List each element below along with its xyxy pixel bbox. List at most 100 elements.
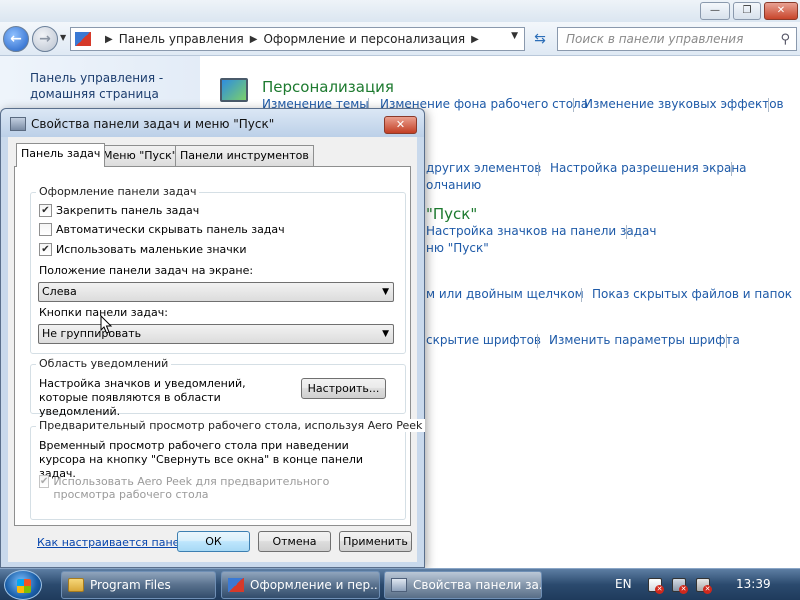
dialog-title: Свойства панели задач и меню "Пуск" [31,117,275,131]
taskbar-item-program-files[interactable]: Program Files [61,571,216,599]
volume-icon[interactable]: ✕ [696,578,712,594]
group-label: Область уведомлений [36,357,172,370]
start-button[interactable] [4,570,42,600]
ok-button[interactable]: ОК [177,531,250,552]
personalization-icon[interactable] [220,78,248,102]
taskbar-appearance-group: Оформление панели задач ✔ Закрепить пане… [30,185,406,354]
start-menu-title[interactable]: "Пуск" [426,205,477,223]
selected-value: Слева [42,285,77,298]
forward-arrow-icon: → [39,31,51,47]
taskbar-properties-icon [10,117,26,131]
taskbar-item-label: Оформление и пер... [250,578,380,592]
network-icon[interactable]: ✕ [672,578,688,594]
tab-toolbars[interactable]: Панели инструментов [175,145,314,166]
action-center-flag-icon[interactable]: ✕ [648,578,664,594]
taskbar-location-label: Положение панели задач на экране: [39,264,254,277]
apply-button[interactable]: Применить [339,531,412,552]
navigation-toolbar: ← → ▼ ▶ Панель управления ▶ Оформление и… [0,22,800,56]
back-arrow-icon: ← [10,31,22,47]
language-indicator[interactable]: EN [615,577,632,591]
control-panel-icon [228,578,244,592]
taskbar-properties-dialog: Свойства панели задач и меню "Пуск" ✕ Па… [0,108,426,568]
small-icons-checkbox[interactable]: ✔ Использовать маленькие значки [39,243,247,256]
font-settings-link[interactable]: Изменить параметры шрифта [549,333,740,347]
back-button[interactable]: ← [3,26,29,52]
breadcrumb-appearance[interactable]: Оформление и персонализация [263,32,465,46]
display-default-link[interactable]: олчанию [426,178,481,192]
breadcrumb-separator-icon[interactable]: ▶ [250,34,258,45]
breadcrumb-control-panel[interactable]: Панель управления [119,32,244,46]
refresh-icon: ⇆ [534,31,546,47]
close-button[interactable]: ✕ [764,2,798,20]
checkmark-icon: ✔ [39,475,50,488]
checkbox-label: Использовать маленькие значки [56,243,247,256]
checkbox-label: Использовать Aero Peek для предварительн… [53,475,330,501]
taskbar-item-properties[interactable]: Свойства панели за... [384,571,542,599]
search-placeholder: Поиск в панели управления [566,32,744,46]
taskbar: Program Files Оформление и пер... Свойст… [0,568,800,600]
close-icon: ✕ [395,118,406,131]
taskbar-item-label: Свойства панели за... [413,578,542,592]
link-separator [768,98,769,112]
search-icon[interactable]: ⚲ [780,29,790,51]
address-bar[interactable]: ▶ Панель управления ▶ Оформление и персо… [70,27,525,51]
dialog-titlebar[interactable]: Свойства панели задач и меню "Пуск" ✕ [1,109,424,137]
dropdown-arrow-icon: ▼ [382,287,389,297]
taskbar-buttons-select[interactable]: Не группировать ▼ [38,324,394,344]
personalization-title[interactable]: Персонализация [262,78,394,96]
link-separator [538,162,539,176]
group-label: Оформление панели задач [36,185,200,198]
taskbar-icons-link[interactable]: Настройка значков на панели задач [426,224,656,238]
home-link[interactable]: Панель управления - домашняя страница [30,70,190,102]
taskbar-item-label: Program Files [90,578,171,592]
windows-logo-icon [17,579,31,593]
breadcrumb-separator-icon[interactable]: ▶ [105,34,113,45]
link-separator [573,98,574,112]
checkmark-icon: ✔ [39,243,52,256]
refresh-button[interactable]: ⇆ [528,27,552,51]
clock[interactable]: 13:39 [736,577,771,591]
display-other-items-link[interactable]: других элементов [426,161,541,175]
breadcrumb-separator-icon[interactable]: ▶ [471,34,479,45]
unchecked-box-icon [39,223,52,236]
taskbar-item-appearance[interactable]: Оформление и пер... [221,571,380,599]
tab-taskbar[interactable]: Панель задач [16,143,106,167]
dialog-close-button[interactable]: ✕ [384,116,417,134]
customize-button[interactable]: Настроить... [301,378,386,399]
window-titlebar[interactable]: — ❐ ✕ [0,0,800,22]
autohide-checkbox[interactable]: Автоматически скрывать панель задач [39,223,285,236]
cancel-button[interactable]: Отмена [258,531,331,552]
show-hidden-files-link[interactable]: Показ скрытых файлов и папок [592,287,792,301]
maximize-button[interactable]: ❐ [733,2,761,20]
click-options-link[interactable]: м или двойным щелчком [426,287,584,301]
checkmark-icon: ✔ [39,204,52,217]
link-separator [731,162,732,176]
link-separator [537,334,538,348]
group-label: Предварительный просмотр рабочего стола,… [36,419,426,432]
link-separator [581,288,582,302]
mute-badge-icon: ✕ [703,585,712,594]
tab-panel: Оформление панели задач ✔ Закрепить пане… [14,166,426,549]
selected-value: Не группировать [42,327,142,340]
maximize-icon: ❐ [742,5,752,16]
change-sounds-link[interactable]: Изменение звуковых эффектов [584,97,784,111]
screen-resolution-link[interactable]: Настройка разрешения экрана [550,161,747,175]
link-separator [726,334,727,348]
hide-fonts-link[interactable]: скрытие шрифтов [426,333,541,347]
link-separator [626,225,627,239]
lock-taskbar-checkbox[interactable]: ✔ Закрепить панель задач [39,204,199,217]
address-dropdown-icon[interactable]: ▼ [511,31,518,41]
taskbar-location-select[interactable]: Слева ▼ [38,282,394,302]
close-icon: ✕ [776,5,786,16]
start-menu-link[interactable]: ню "Пуск" [426,241,489,255]
aero-peek-checkbox[interactable]: ✔ Использовать Aero Peek для предварител… [39,475,379,501]
dropdown-arrow-icon: ▼ [382,329,389,339]
minimize-button[interactable]: — [700,2,730,20]
history-dropdown-icon[interactable]: ▼ [60,33,66,42]
search-input[interactable]: Поиск в панели управления ⚲ [557,27,797,51]
tab-start-menu[interactable]: Меню "Пуск" [98,145,182,166]
dialog-body: Панель задач Меню "Пуск" Панели инструме… [8,137,426,562]
control-panel-icon [75,32,91,46]
notification-area-group: Область уведомлений Настройка значков и … [30,357,406,418]
forward-button[interactable]: → [32,26,58,52]
